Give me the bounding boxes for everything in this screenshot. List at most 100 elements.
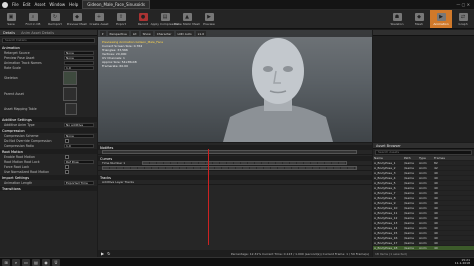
save-button[interactable]: ▣ Save	[0, 10, 22, 28]
asset-cell: Anim	[419, 231, 427, 235]
overlay-line: Framerate: 60.00	[102, 64, 128, 68]
mesh-mode-button[interactable]: ◆ Mesh	[408, 10, 430, 28]
task-view-icon[interactable]: ▭	[22, 258, 30, 266]
asset-cell: A_BodyPose_2	[374, 166, 396, 170]
asset-search-input[interactable]: Search Assets	[375, 150, 472, 155]
compression-ratio-input[interactable]: 1.0	[64, 143, 94, 148]
export-button[interactable]: ⇪ Export	[110, 10, 132, 28]
character-button[interactable]: Character	[154, 31, 174, 36]
asset-cell: /Game	[404, 161, 414, 165]
column-name[interactable]: Name	[373, 156, 403, 160]
reimport-button[interactable]: ↻ Reimport	[44, 10, 66, 28]
asset-cell: /Game	[404, 166, 414, 170]
rate-scale-input[interactable]: 1.0	[64, 65, 94, 70]
preview-pose-select[interactable]: None	[64, 55, 94, 60]
details-panel-tabs: Details Anim Asset Details	[0, 30, 97, 36]
playback-speed-button[interactable]: x1.0	[195, 31, 207, 36]
loop-icon[interactable]: ↻	[107, 251, 110, 256]
document-tab[interactable]: Gideon_Male_Face_Sinusoids	[82, 0, 150, 9]
lit-button[interactable]: Lit	[130, 31, 139, 36]
menu-window[interactable]: Window	[49, 2, 65, 7]
animation-length-select[interactable]: Exported Time	[64, 180, 94, 185]
additive-type-select[interactable]: No additive	[64, 122, 94, 127]
viewport-menu-icon[interactable]: ▾	[100, 31, 106, 36]
explorer-icon[interactable]: ▤	[32, 258, 40, 266]
apply-compression-button[interactable]: ▤ Apply Compression	[151, 10, 179, 28]
record-button[interactable]: ● Record	[132, 10, 154, 28]
menu-help[interactable]: Help	[69, 2, 78, 7]
asset-cell: 40	[434, 211, 438, 215]
start-icon[interactable]: ⊞	[2, 258, 10, 266]
section-transitions[interactable]: Transitions	[0, 186, 97, 191]
search-icon[interactable]: ⌕	[12, 258, 20, 266]
asset-cell: A_BodyPose_13	[374, 221, 398, 225]
asset-cell: /Game	[404, 221, 414, 225]
prop-animation-length: Animation Length Exported Time	[0, 180, 97, 185]
app-logo-icon[interactable]	[2, 1, 8, 8]
static-mesh-icon: ▲	[182, 12, 192, 21]
skeleton-thumbnail[interactable]	[63, 71, 77, 85]
track-names-field[interactable]	[64, 60, 94, 65]
asset-cell: 40	[434, 171, 438, 175]
column-path[interactable]: Path	[403, 156, 418, 160]
retarget-source-select[interactable]: None	[64, 50, 94, 55]
asset-cell: 40	[434, 246, 438, 250]
save-icon: ▣	[6, 12, 16, 21]
column-frames[interactable]: Frames	[433, 156, 448, 160]
asset-cell: A_BodyPose_12	[374, 216, 398, 220]
preview-mesh-button[interactable]: ◆ Preview Mesh	[66, 10, 88, 28]
menu-edit[interactable]: Edit	[23, 2, 31, 7]
asset-browser-tab[interactable]: Asset Browser	[373, 143, 474, 149]
preview-button[interactable]: ▶ Preview	[198, 10, 220, 28]
menu-file[interactable]: File	[12, 2, 19, 7]
asset-cell: A_BodyPose_3	[374, 171, 396, 175]
record-icon: ●	[138, 12, 148, 21]
menu-asset[interactable]: Asset	[34, 2, 45, 7]
additive-layer-label: Additive Layer Tracks	[102, 180, 134, 184]
animation-timeline-panel: Notifies Curves Time Number 1 Tracks Add…	[98, 143, 372, 257]
make-static-mesh-button[interactable]: ▲ Make Static Mesh	[174, 10, 200, 28]
details-search-input[interactable]: Search Details	[2, 38, 95, 43]
asset-cell: /Game	[404, 201, 414, 205]
force-root-lock-checkbox[interactable]	[65, 164, 69, 169]
playhead[interactable]	[208, 149, 209, 245]
graph-mode-button[interactable]: ⇄ Graph	[452, 10, 474, 28]
asset-cell: 42	[434, 166, 438, 170]
playback-status: Percentage: 12.31% Current Time: 0.123 /…	[230, 251, 369, 256]
normalized-root-motion-checkbox[interactable]	[65, 169, 69, 174]
asset-cell: Anim	[419, 241, 427, 245]
lod-button[interactable]: LOD Auto	[175, 31, 194, 36]
tab-details[interactable]: Details	[3, 31, 15, 35]
animation-mode-button[interactable]: ▶ Animation	[430, 10, 452, 28]
parent-asset-thumbnail[interactable]	[63, 87, 77, 101]
create-asset-button[interactable]: + Create Asset	[88, 10, 110, 28]
tab-anim-asset-details[interactable]: Anim Asset Details	[21, 31, 54, 35]
asset-row[interactable]: A_BodyPose_18/Game Anim 40	[373, 246, 474, 251]
additive-layer-track[interactable]: Additive Layer Tracks	[98, 180, 372, 185]
asset-cell: 40	[434, 181, 438, 185]
skeleton-icon: ☗	[392, 12, 402, 21]
unreal-icon[interactable]: U	[52, 258, 60, 266]
column-type[interactable]: Type	[418, 156, 433, 160]
perspective-button[interactable]: Perspective	[107, 31, 129, 36]
window-controls[interactable]: — ▢ ✕	[456, 2, 470, 7]
animation-icon: ▶	[436, 12, 446, 21]
find-in-cb-button[interactable]: ⌕ Find in CB	[22, 10, 44, 28]
notify-track[interactable]	[98, 150, 372, 155]
asset-cell: Anim	[419, 236, 427, 240]
asset-cell: /Game	[404, 186, 414, 190]
root-lock-select[interactable]: Ref Pose	[64, 159, 94, 164]
browser-icon[interactable]: ◉	[42, 258, 50, 266]
play-icon[interactable]: ▶	[101, 251, 104, 256]
asset-mapping-thumbnail[interactable]	[65, 103, 77, 115]
compression-scheme-select[interactable]: None	[64, 133, 94, 138]
curve-track[interactable]	[98, 166, 372, 171]
asset-cell: A_BodyPose_18	[374, 246, 398, 250]
preview-scene-settings-tab	[373, 30, 474, 36]
do-not-override-checkbox[interactable]	[65, 138, 69, 143]
clock[interactable]: 15:21 11.1.2018	[455, 258, 470, 266]
enable-root-motion-checkbox[interactable]	[65, 154, 69, 159]
viewport[interactable]: ▾ Perspective Lit Show Character LOD Aut…	[98, 30, 372, 142]
skeleton-mode-button[interactable]: ☗ Skeleton	[386, 10, 408, 28]
show-button[interactable]: Show	[140, 31, 153, 36]
